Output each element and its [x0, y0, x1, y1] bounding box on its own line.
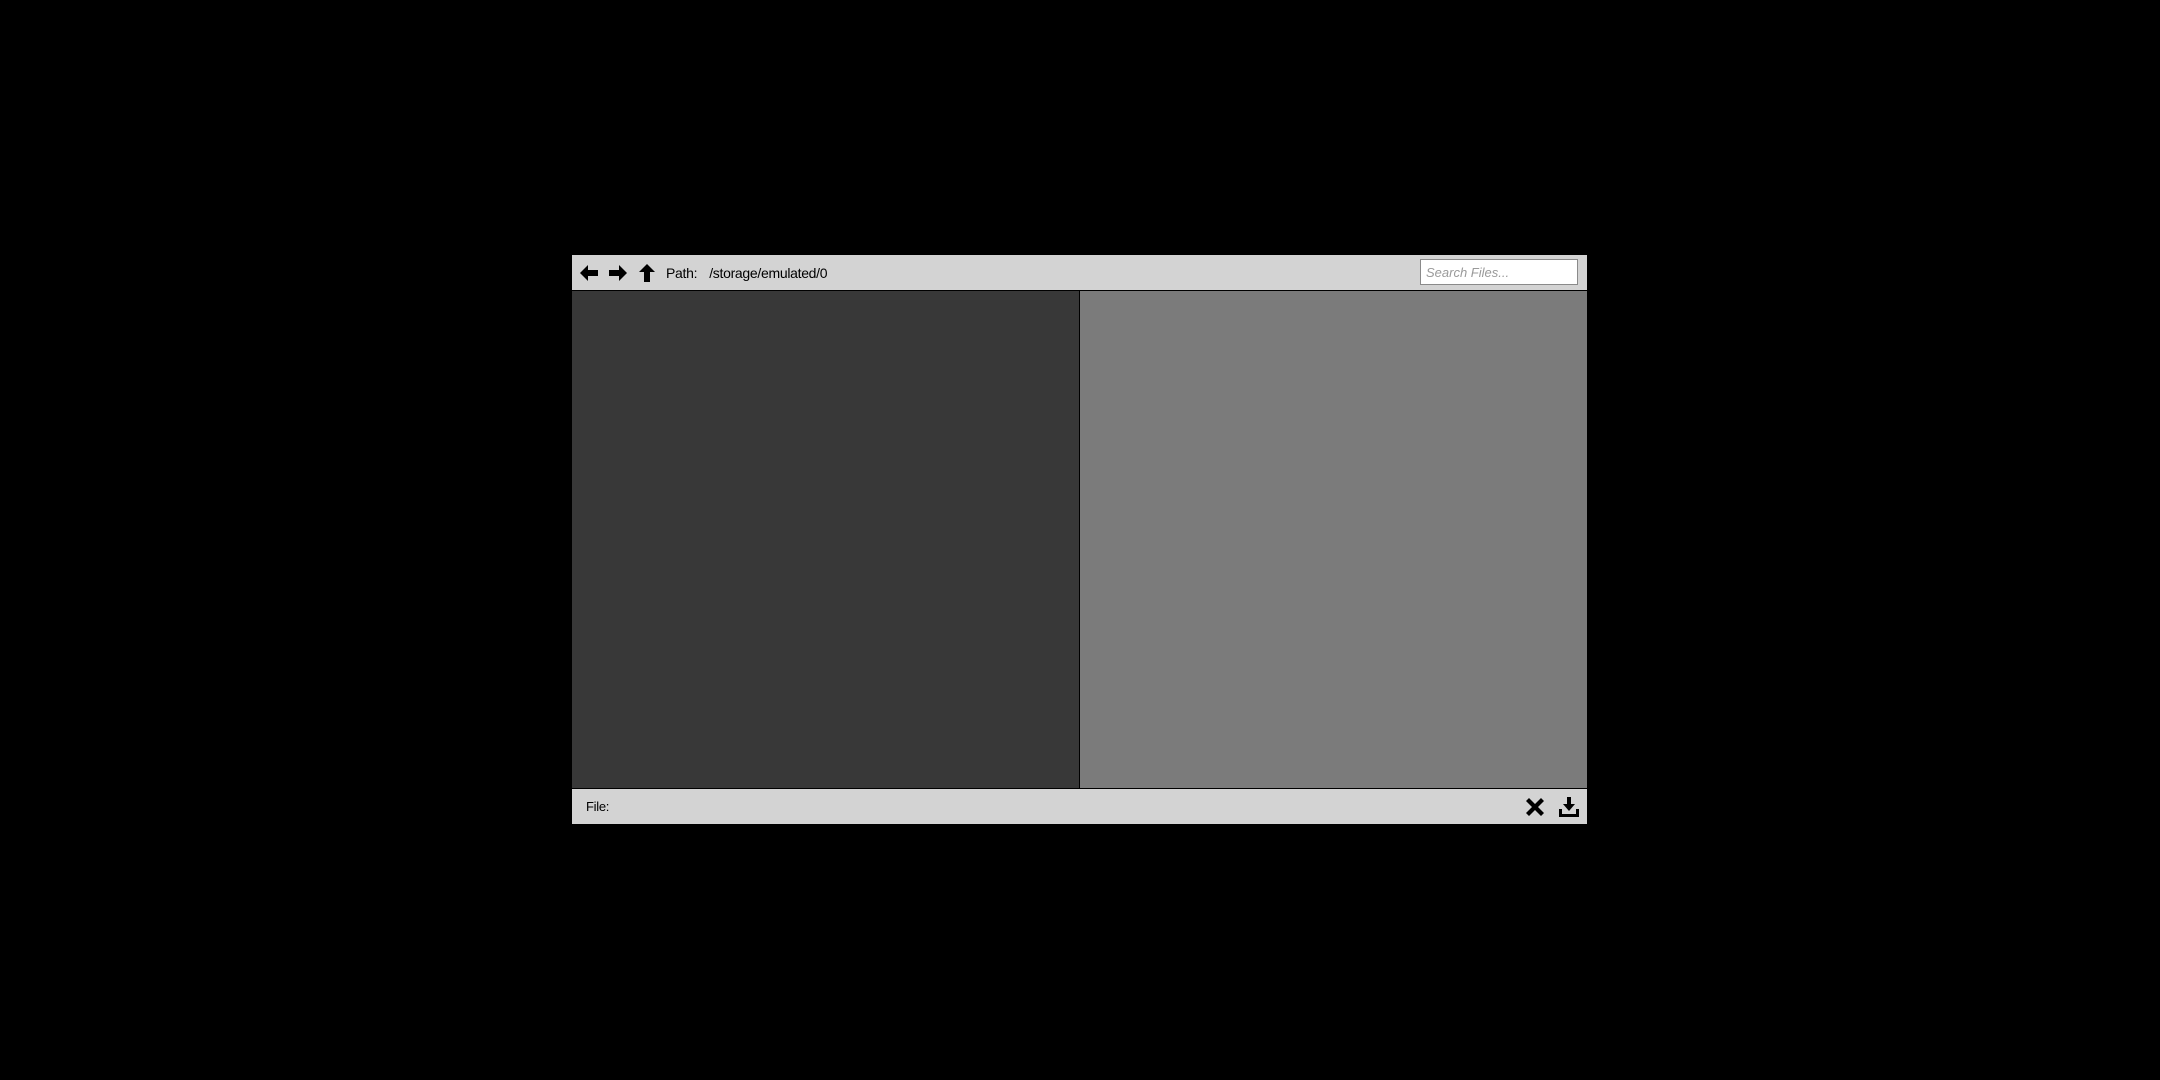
save-button[interactable]: [1555, 793, 1583, 821]
directory-list-pane[interactable]: [572, 291, 1080, 788]
file-chooser-dialog: Path: /storage/emulated/0 File:: [571, 254, 1588, 825]
current-path: /storage/emulated/0: [709, 264, 828, 281]
close-icon: [1526, 798, 1544, 816]
download-tray-icon: [1559, 797, 1579, 817]
arrow-right-icon: [609, 264, 627, 281]
arrow-left-icon: [580, 264, 598, 281]
toolbar: Path: /storage/emulated/0: [572, 255, 1587, 291]
arrow-up-icon: [639, 263, 655, 282]
statusbar: File:: [572, 788, 1587, 824]
back-button[interactable]: [576, 260, 602, 286]
search-input[interactable]: [1420, 259, 1578, 285]
file-label: File:: [586, 799, 610, 814]
path-label: Path:: [666, 264, 698, 281]
file-list-pane[interactable]: [1080, 291, 1587, 788]
forward-button[interactable]: [605, 260, 631, 286]
cancel-button[interactable]: [1521, 793, 1549, 821]
action-buttons: [1515, 793, 1583, 821]
up-button[interactable]: [634, 260, 660, 286]
